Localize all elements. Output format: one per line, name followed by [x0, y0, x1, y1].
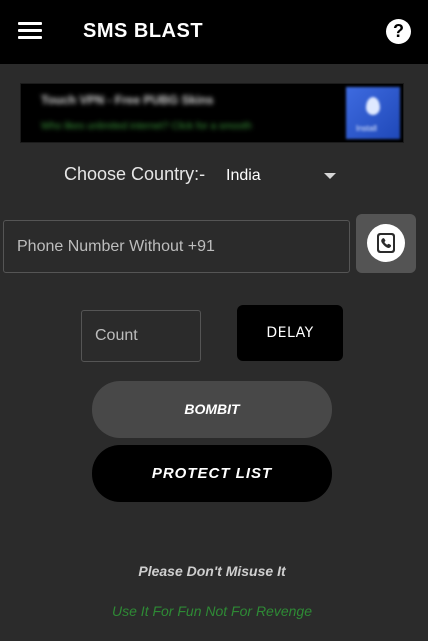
count-input[interactable] [81, 310, 201, 362]
ad-subtitle: Who likes unlimited internet? Click for … [41, 121, 252, 132]
country-selected-value: India [226, 167, 261, 184]
ad-banner[interactable]: Touch VPN - Free PUBG Skins Who likes un… [20, 83, 404, 143]
app-bar: SMS BLAST ? [0, 0, 428, 64]
phone-number-input[interactable] [3, 220, 350, 273]
protect-list-button[interactable]: PROTECT LIST [92, 445, 332, 502]
hamburger-menu-icon[interactable] [18, 22, 42, 40]
phone-book-icon [367, 224, 405, 262]
app-title: SMS BLAST [83, 20, 204, 42]
bombit-button[interactable]: BOMBIT [92, 381, 332, 438]
country-dropdown[interactable]: India [220, 160, 344, 192]
ad-install-label: Install [356, 124, 377, 133]
misuse-warning-text: Please Don't Misuse It [138, 563, 286, 579]
vpn-drop-icon [366, 97, 380, 115]
dropdown-arrow-icon [324, 173, 336, 179]
choose-country-label: Choose Country:- [64, 164, 206, 184]
delay-button[interactable]: DELAY [237, 305, 343, 361]
ad-image: Install [346, 87, 400, 139]
contact-picker-button[interactable] [356, 214, 416, 273]
help-icon[interactable]: ? [386, 19, 411, 44]
ad-title: Touch VPN - Free PUBG Skins [41, 93, 214, 107]
fun-note-text: Use It For Fun Not For Revenge [112, 603, 312, 619]
